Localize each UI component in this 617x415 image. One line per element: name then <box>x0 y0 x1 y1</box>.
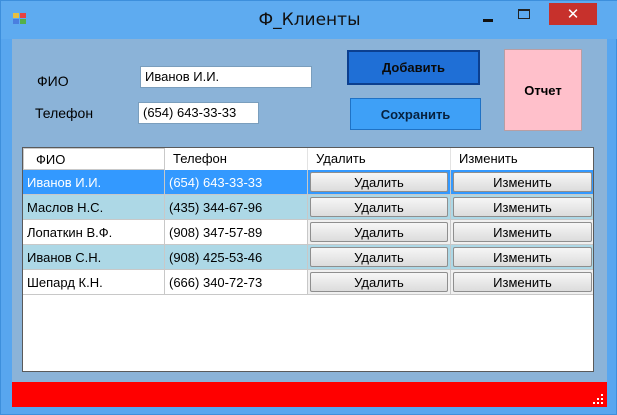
edit-row-button[interactable]: Изменить <box>453 197 592 217</box>
column-header-phone[interactable]: Телефон <box>165 148 308 170</box>
cell-fio[interactable]: Лопаткин В.Ф. <box>23 220 165 245</box>
grid-header: ФИО Телефон Удалить Изменить <box>23 148 593 170</box>
table-row[interactable]: Иванов И.И. (654) 643-33-33 Удалить Изменит… <box>23 170 593 195</box>
table-cell: Изменить <box>451 245 593 270</box>
add-button[interactable]: Добавить <box>347 50 480 85</box>
cell-phone[interactable]: (666) 340-72-73 <box>165 270 308 295</box>
column-header-edit[interactable]: Изменить <box>451 148 593 170</box>
delete-row-button[interactable]: Удалить <box>310 272 448 292</box>
cell-phone[interactable]: (654) 643-33-33 <box>165 170 308 195</box>
column-header-delete[interactable]: Удалить <box>308 148 451 170</box>
close-icon: ✕ <box>566 6 580 23</box>
table-cell: Удалить <box>308 220 451 245</box>
cell-fio[interactable]: Иванов И.И. <box>23 170 165 195</box>
table-cell: Удалить <box>308 245 451 270</box>
cell-fio[interactable]: Шепард К.Н. <box>23 270 165 295</box>
table-row[interactable]: Лопаткин В.Ф. (908) 347-57-89 Удалить Измен… <box>23 220 593 245</box>
table-cell: Удалить <box>308 270 451 295</box>
phone-label: Телефон <box>35 105 94 121</box>
cell-fio[interactable]: Маслов Н.С. <box>23 195 165 220</box>
maximize-button[interactable] <box>507 3 541 25</box>
minimize-button[interactable] <box>471 5 505 27</box>
title-bar[interactable]: Ф_Клиенты ✕ <box>1 1 617 39</box>
main-window: Ф_Клиенты ✕ ФИО Иванов И.И. Телефон (654… <box>0 0 617 415</box>
edit-row-button[interactable]: Изменить <box>453 272 592 292</box>
close-button[interactable]: ✕ <box>549 3 597 25</box>
fio-input[interactable]: Иванов И.И. <box>140 66 312 88</box>
phone-input[interactable]: (654) 643-33-33 <box>138 102 259 124</box>
clients-grid[interactable]: ФИО Телефон Удалить Изменить Иванов И.И.… <box>22 147 594 372</box>
save-button[interactable]: Сохранить <box>350 98 481 130</box>
status-bar <box>12 382 607 407</box>
cell-phone[interactable]: (435) 344-67-96 <box>165 195 308 220</box>
delete-row-button[interactable]: Удалить <box>310 197 448 217</box>
table-cell: Изменить <box>451 170 593 195</box>
edit-row-button[interactable]: Изменить <box>453 222 592 242</box>
cell-phone[interactable]: (908) 347-57-89 <box>165 220 308 245</box>
table-row[interactable]: Маслов Н.С. (435) 344-67-96 Удалить Изменит… <box>23 195 593 220</box>
resize-grip-icon[interactable] <box>591 392 603 404</box>
delete-row-button[interactable]: Удалить <box>310 247 448 267</box>
cell-fio[interactable]: Иванов С.Н. <box>23 245 165 270</box>
table-row[interactable]: Иванов С.Н. (908) 425-53-46 Удалить Изменит… <box>23 245 593 270</box>
table-cell: Изменить <box>451 220 593 245</box>
delete-row-button[interactable]: Удалить <box>310 222 448 242</box>
table-row[interactable]: Шепард К.Н. (666) 340-72-73 Удалить Изменит… <box>23 270 593 295</box>
cell-phone[interactable]: (908) 425-53-46 <box>165 245 308 270</box>
table-cell: Удалить <box>308 170 451 195</box>
table-cell: Удалить <box>308 195 451 220</box>
edit-row-button[interactable]: Изменить <box>453 172 592 192</box>
edit-row-button[interactable]: Изменить <box>453 247 592 267</box>
fio-label: ФИО <box>37 73 69 89</box>
maximize-icon <box>518 9 530 19</box>
report-button[interactable]: Отчет <box>504 49 582 131</box>
table-cell: Изменить <box>451 270 593 295</box>
minimize-icon <box>483 18 493 22</box>
form-client-area: ФИО Иванов И.И. Телефон (654) 643-33-33 … <box>12 39 607 407</box>
table-cell: Изменить <box>451 195 593 220</box>
column-header-fio[interactable]: ФИО <box>23 148 165 170</box>
delete-row-button[interactable]: Удалить <box>310 172 448 192</box>
